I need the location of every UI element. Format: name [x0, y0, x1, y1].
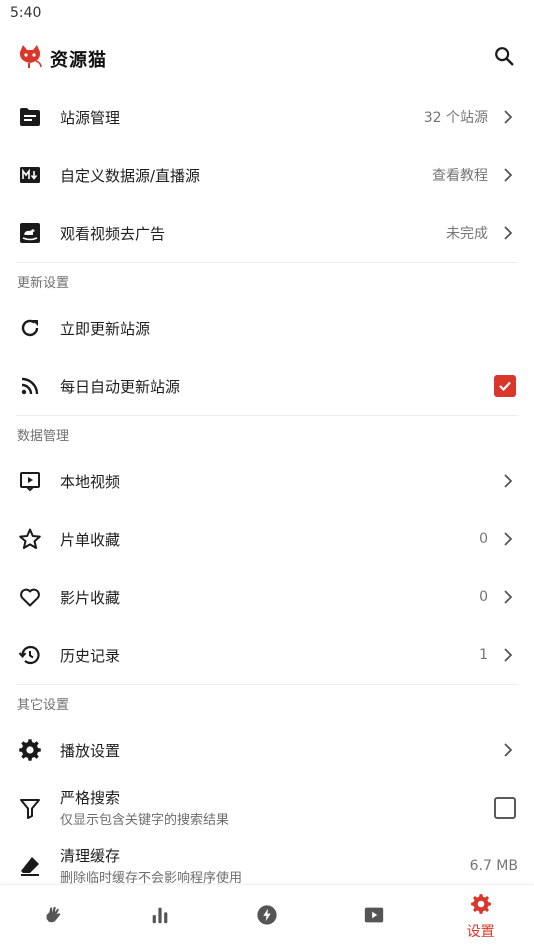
heart-icon	[16, 583, 44, 611]
history-icon	[16, 641, 44, 669]
row-local-video[interactable]: 本地视频	[0, 452, 534, 510]
bar-chart-icon	[149, 904, 171, 930]
row-movie-favorites[interactable]: 影片收藏 0	[0, 568, 534, 626]
row-value: 0	[479, 531, 488, 547]
nav-settings[interactable]: 设置	[427, 885, 534, 949]
row-label: 播放设置	[60, 741, 121, 760]
app-bar: 资源猫	[0, 28, 534, 84]
settings-list: 站源管理 32 个站源 自定义数据源/直播源 查看教程 观看视频去广告 未完成 …	[0, 88, 534, 895]
row-label: 影片收藏	[60, 588, 121, 607]
row-value: 32 个站源	[423, 110, 488, 126]
row-strict-search[interactable]: 严格搜索 仅显示包含关键字的搜索结果	[0, 779, 534, 837]
section-header-update: 更新设置	[17, 275, 70, 291]
row-label: 观看视频去广告	[60, 224, 166, 243]
nav-home[interactable]	[0, 885, 107, 949]
row-value: 查看教程	[432, 168, 488, 184]
chevron-right-icon	[498, 529, 518, 549]
row-label: 自定义数据源/直播源	[60, 166, 201, 185]
row-label: 历史记录	[60, 646, 121, 665]
row-auto-update[interactable]: 每日自动更新站源	[0, 357, 534, 415]
section-header-other: 其它设置	[17, 697, 70, 713]
auto-update-checkbox[interactable]	[494, 375, 516, 397]
row-sublabel: 删除临时缓存不会影响程序使用	[60, 871, 243, 886]
row-label: 立即更新站源	[60, 319, 151, 338]
rss-icon	[16, 372, 44, 400]
rocking-horse-icon	[16, 219, 44, 247]
folder-icon	[16, 103, 44, 131]
refresh-icon	[16, 314, 44, 342]
row-site-source-management[interactable]: 站源管理 32 个站源	[0, 88, 534, 146]
row-custom-data-source[interactable]: 自定义数据源/直播源 查看教程	[0, 146, 534, 204]
app-title: 资源猫	[50, 50, 107, 71]
chevron-right-icon	[498, 645, 518, 665]
nav-rank[interactable]	[107, 885, 214, 949]
bolt-icon	[256, 904, 278, 930]
row-label: 清理缓存	[60, 847, 121, 865]
star-icon	[16, 525, 44, 553]
section-header-data: 数据管理	[17, 428, 70, 444]
row-label: 本地视频	[60, 472, 121, 491]
chevron-right-icon	[498, 223, 518, 243]
strict-search-checkbox[interactable]	[494, 797, 516, 819]
nav-video[interactable]	[320, 885, 427, 949]
status-bar: 5:40	[0, 0, 534, 28]
search-icon[interactable]	[490, 42, 518, 70]
nav-flash[interactable]	[214, 885, 321, 949]
cat-logo-icon	[16, 42, 44, 70]
chevron-right-icon	[498, 587, 518, 607]
chevron-right-icon	[498, 740, 518, 760]
nav-settings-label: 设置	[466, 924, 495, 940]
row-sublabel: 仅显示包含关键字的搜索结果	[60, 813, 230, 828]
eraser-icon	[16, 852, 44, 880]
cache-size: 6.7 MB	[469, 858, 518, 874]
row-label: 每日自动更新站源	[60, 377, 181, 396]
row-value: 1	[479, 647, 488, 663]
row-label: 严格搜索	[60, 789, 121, 807]
bottom-nav: 设置	[0, 885, 534, 949]
chevron-right-icon	[498, 107, 518, 127]
gear-icon	[470, 893, 492, 919]
row-value: 0	[479, 589, 488, 605]
row-history[interactable]: 历史记录 1	[0, 626, 534, 684]
row-value: 未完成	[446, 226, 488, 242]
gear-icon	[16, 736, 44, 764]
status-time: 5:40	[10, 5, 42, 21]
row-playback-settings[interactable]: 播放设置	[0, 721, 534, 779]
hand-icon	[42, 904, 64, 930]
markdown-icon	[16, 161, 44, 189]
row-label: 站源管理	[60, 108, 121, 127]
row-label: 片单收藏	[60, 530, 121, 549]
video-play-icon	[16, 467, 44, 495]
filter-icon	[16, 794, 44, 822]
chevron-right-icon	[498, 165, 518, 185]
chevron-right-icon	[498, 471, 518, 491]
row-playlist-favorites[interactable]: 片单收藏 0	[0, 510, 534, 568]
video-icon	[363, 904, 385, 930]
row-update-now[interactable]: 立即更新站源	[0, 299, 534, 357]
row-watch-video-remove-ads[interactable]: 观看视频去广告 未完成	[0, 204, 534, 262]
